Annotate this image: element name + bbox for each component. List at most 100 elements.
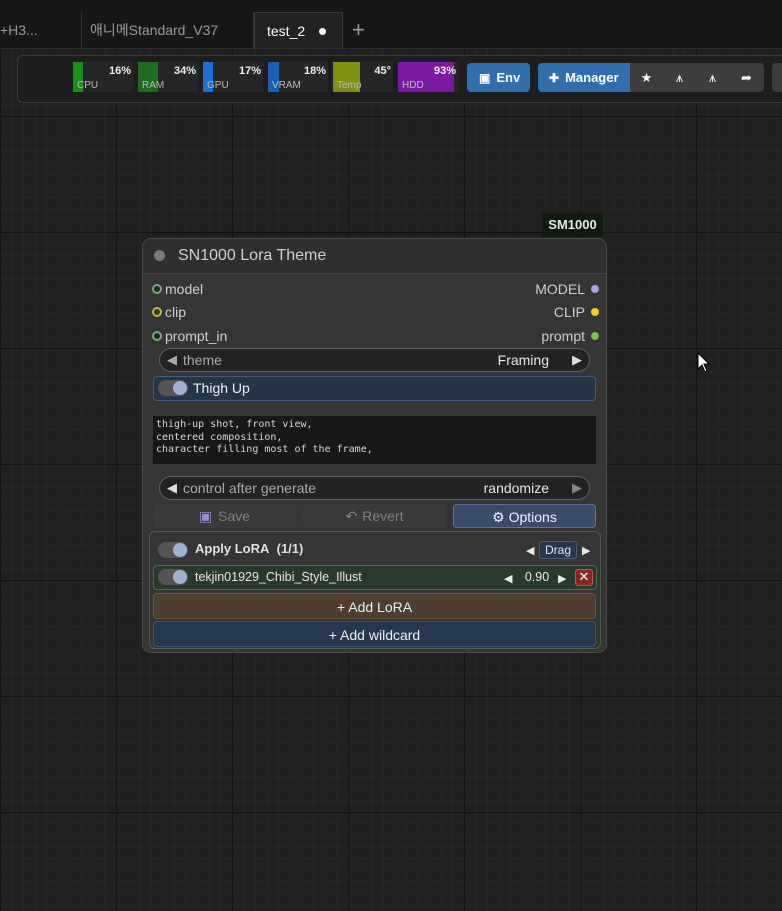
strength-increase-arrow-icon[interactable]: ▶ <box>558 572 566 585</box>
control-label: control after generate <box>183 480 317 496</box>
output-label: MODEL <box>535 281 585 297</box>
output-slot-dot-icon[interactable] <box>591 332 599 340</box>
puzzle-icon: ✚ <box>549 71 560 85</box>
input-label: model <box>165 281 204 297</box>
toolbar-overflow-button[interactable] <box>772 63 782 92</box>
share-arrow-icon[interactable]: ➦ <box>730 63 763 92</box>
monitor-label: VRAM <box>272 80 301 91</box>
tab-test-2[interactable]: test_2 <box>254 12 343 48</box>
lora-count: (1/1) <box>276 541 304 556</box>
save-button[interactable]: ▣ Save <box>153 504 296 528</box>
monitor-label: Temp <box>337 80 362 91</box>
thigh-up-toggle-switch[interactable] <box>158 380 188 396</box>
toggle-knob <box>173 381 187 395</box>
monitor-value: 16% <box>108 65 131 77</box>
tab-label: test_2 <box>267 23 306 39</box>
monitor-value: 17% <box>238 65 261 77</box>
monitor-value: 45° <box>374 65 391 77</box>
monitor-label: HDD <box>402 80 424 91</box>
control-after-generate-combo[interactable]: ◀ control after generate randomize ▶ <box>159 476 590 500</box>
output-slot-dot-icon[interactable] <box>591 285 599 293</box>
arrow-left-icon[interactable]: ◀ <box>526 544 534 557</box>
output-model[interactable]: MODEL <box>535 281 599 297</box>
add-wildcard-button[interactable]: + Add wildcard <box>153 621 596 647</box>
apply-lora-toggle-switch[interactable] <box>158 542 188 558</box>
arrow-left-icon[interactable]: ◀ <box>167 480 177 496</box>
options-button-label: ⚙ Options <box>492 509 557 525</box>
monitor-label: CPU <box>77 80 99 91</box>
options-button[interactable]: ⚙ Options <box>453 504 596 528</box>
arrow-right-icon[interactable]: ▶ <box>572 480 582 496</box>
monitor-value: 18% <box>303 65 326 77</box>
output-clip[interactable]: CLIP <box>553 304 599 320</box>
save-button-label: Save <box>218 508 251 524</box>
manager-button-label: Manager <box>565 70 619 85</box>
apply-lora-label: Apply LoRA <box>195 541 270 556</box>
input-model[interactable]: model <box>152 281 204 297</box>
lora-enable-toggle-switch[interactable] <box>158 569 188 585</box>
output-label: prompt <box>541 328 585 344</box>
toggle-knob <box>173 570 187 584</box>
lora-strength-value[interactable]: 0.90 <box>518 570 556 584</box>
monitor-temp: 45° Temp <box>333 62 393 92</box>
new-tab-plus-icon[interactable]: + <box>352 14 365 46</box>
tab-workflow-2[interactable]: 애니메Standard_V37 <box>82 12 254 48</box>
prompt-textarea[interactable]: thigh-up shot, front view, centered comp… <box>153 416 596 464</box>
env-button[interactable]: ▣ Env <box>467 63 530 92</box>
arrow-right-icon[interactable]: ▶ <box>582 544 590 557</box>
monitor-hdd: 93% HDD <box>398 62 458 92</box>
node-title: SN1000 Lora Theme <box>178 247 327 264</box>
input-slot-dot-icon[interactable] <box>152 307 162 317</box>
input-prompt-in[interactable]: prompt_in <box>152 328 228 344</box>
arrow-left-icon[interactable]: ◀ <box>167 352 177 368</box>
theme-combo[interactable]: ◀ theme Framing ▶ <box>159 348 590 372</box>
arrow-right-icon[interactable]: ▶ <box>572 352 582 368</box>
monitor-value: 34% <box>173 65 196 77</box>
monitor-value: 93% <box>433 65 456 77</box>
node-header[interactable]: SN1000 Lora Theme <box>143 239 606 274</box>
share-person-icon[interactable]: ⩚ <box>663 63 696 92</box>
star-icon[interactable]: ★ <box>630 63 663 92</box>
thigh-up-label: Thigh Up <box>193 380 250 396</box>
add-lora-button[interactable]: + Add LoRA <box>153 593 596 619</box>
toolbar-icon-group: ★ ⩚ ⩚ ➦ <box>630 63 764 92</box>
theme-label: theme <box>183 352 222 368</box>
revert-button[interactable]: ↶ Revert <box>303 504 446 528</box>
input-slot-dot-icon[interactable] <box>152 331 162 341</box>
monitor-gpu: 17% GPU <box>203 62 263 92</box>
input-clip[interactable]: clip <box>152 304 187 320</box>
group-badge: SM1000 <box>542 213 603 237</box>
strength-decrease-arrow-icon[interactable]: ◀ <box>504 572 512 585</box>
mouse-cursor-icon <box>697 352 711 373</box>
output-prompt[interactable]: prompt <box>541 328 599 344</box>
revert-button-label: Revert <box>362 508 404 524</box>
floppy-disk-icon: ▣ <box>198 508 213 524</box>
lora-name[interactable]: tekjin01929_Chibi_Style_Illust <box>195 570 362 584</box>
monitor-label: RAM <box>142 80 165 91</box>
input-label: clip <box>165 304 187 320</box>
input-slot-dot-icon[interactable] <box>152 284 162 294</box>
monitor-cpu: 16% CPU <box>73 62 133 92</box>
tab-label: +H3... <box>0 22 38 38</box>
database-icon: ▣ <box>479 71 491 85</box>
tab-label: 애니메Standard_V37 <box>90 22 219 38</box>
monitor-vram: 18% VRAM <box>268 62 328 92</box>
output-label: CLIP <box>553 304 585 320</box>
share-person-alt-icon[interactable]: ⩚ <box>696 63 729 92</box>
unsaved-dot-icon <box>319 28 326 35</box>
manager-button[interactable]: ✚ Manager <box>538 63 630 92</box>
apply-lora-header: Apply LoRA (1/1) <box>195 541 303 556</box>
collapse-dot-icon[interactable] <box>154 250 165 261</box>
output-slot-dot-icon[interactable] <box>591 308 599 316</box>
toggle-knob <box>173 543 187 557</box>
control-value: randomize <box>483 480 549 496</box>
drag-handle[interactable]: Drag <box>539 541 577 559</box>
theme-value: Framing <box>497 352 549 368</box>
tab-workflow-1[interactable]: +H3... <box>0 12 82 48</box>
remove-lora-close-icon[interactable]: ✕ <box>575 569 593 586</box>
monitor-ram: 34% RAM <box>138 62 198 92</box>
input-label: prompt_in <box>165 328 228 344</box>
monitor-label: GPU <box>207 80 229 91</box>
env-button-label: Env <box>496 70 521 85</box>
undo-icon: ↶ <box>345 508 358 524</box>
